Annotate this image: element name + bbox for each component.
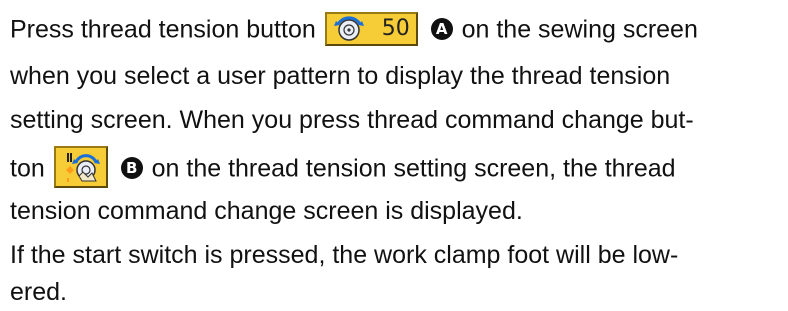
marker-b-icon: B <box>120 157 143 179</box>
text-line-7: ered. <box>10 278 67 306</box>
line1-text-before: Press thread tension button <box>10 15 316 44</box>
thread-tension-value: 50 <box>381 16 410 41</box>
line4-text-before: ton <box>10 154 45 183</box>
text-line-3: setting screen. When you press thread co… <box>10 106 694 134</box>
line4-text-after: on the thread tension setting screen, th… <box>151 154 676 183</box>
text-line-1: Press thread tension button 50 A on the … <box>10 12 698 46</box>
thread-command-change-button <box>53 146 108 188</box>
marker-a-icon: A <box>430 18 453 40</box>
thread-tension-button: 50 <box>324 12 418 46</box>
text-line-5: tension command change screen is display… <box>10 197 523 225</box>
thread-command-change-icon <box>65 153 100 182</box>
thread-tension-icon <box>333 16 364 41</box>
text-line-2: when you select a user pattern to displa… <box>10 62 671 90</box>
line1-text-after: on the sewing screen <box>461 15 698 44</box>
text-line-6: If the start switch is pressed, the work… <box>10 241 679 269</box>
text-line-4: ton B on the thread tension setting scre… <box>10 146 676 188</box>
